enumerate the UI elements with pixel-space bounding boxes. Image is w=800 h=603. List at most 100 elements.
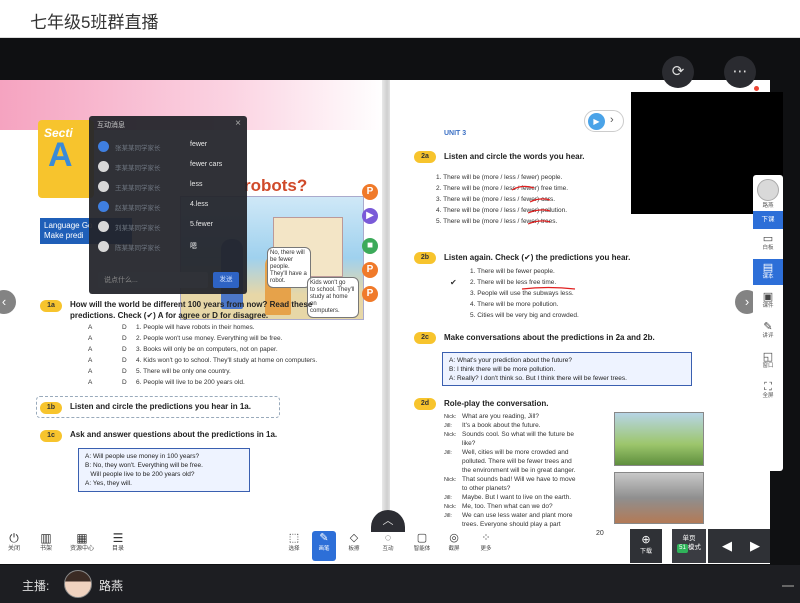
textbook-button[interactable]: ▤ 课本 xyxy=(753,259,783,285)
disagree-option[interactable]: D xyxy=(122,357,127,364)
exercise-title: Make conversations about the predictions… xyxy=(444,333,655,342)
tool-label: 下课 xyxy=(761,216,775,223)
avatar xyxy=(98,221,109,232)
screenshot-tool-button[interactable]: ◎ 截屏 xyxy=(442,531,466,553)
prediction-line: 5. There will be only one country. xyxy=(136,368,231,375)
dialog-line: A: Yes, they will. xyxy=(85,480,132,487)
prev-arrow-icon[interactable]: ◀ xyxy=(712,529,742,563)
single-page-mode-button[interactable]: 单页 51 模式 xyxy=(672,529,706,563)
host-avatar[interactable] xyxy=(64,570,92,598)
chat-sender: 王某某同学家长 xyxy=(115,185,161,192)
ai-tool-button[interactable]: ▢ 智能体 xyxy=(408,531,436,553)
image-marker-icon[interactable]: ■ xyxy=(362,238,378,254)
exercise-title: Ask and answer questions about the predi… xyxy=(70,430,278,439)
exercise-title: Listen and circle the words you hear. xyxy=(444,152,585,161)
agree-option[interactable]: A xyxy=(88,357,92,364)
dialog-line: to other planets? xyxy=(462,485,511,492)
speaker: Jill: xyxy=(444,513,452,519)
speaker: Jill: xyxy=(444,450,452,456)
tool-label: 关闭 xyxy=(7,546,20,552)
end-class-button[interactable]: 下课 xyxy=(753,211,783,229)
agree-option[interactable]: A xyxy=(88,379,92,386)
disagree-option[interactable]: D xyxy=(122,368,127,375)
p-marker-icon[interactable]: P xyxy=(362,286,378,302)
send-button[interactable]: 发送 xyxy=(213,272,239,288)
select-tool-button[interactable]: ⬚ 选择 xyxy=(282,531,306,553)
chat-input[interactable]: 说点什么... xyxy=(98,272,208,288)
audio-play-button[interactable]: ▶ › xyxy=(584,110,624,132)
bookshelf-button[interactable]: ▥ 书架 xyxy=(32,531,60,554)
disagree-option[interactable]: D xyxy=(122,379,127,386)
next-arrow-icon[interactable]: ▶ xyxy=(740,529,770,563)
dialog-line: Sounds cool. So what will the future be xyxy=(462,431,575,438)
chat-message: 张某某同学家长 fewer xyxy=(98,140,243,154)
interact-tool-button[interactable]: ◌ 互动 xyxy=(376,531,400,553)
section-badge: Secti A xyxy=(38,120,94,198)
play-icon: ▶ xyxy=(588,113,605,130)
fullscreen-icon: ⛶ xyxy=(764,381,772,393)
more-tools-button[interactable]: ⁘ 更多 xyxy=(474,531,498,553)
download-button[interactable]: ⊕ 下载 xyxy=(630,529,662,563)
speech-bubble: No, there will be fewer people. They'll … xyxy=(267,247,311,288)
dialog-line: A: What's your prediction about the futu… xyxy=(449,357,573,364)
chat-text: fewer xyxy=(190,141,208,148)
tool-label: 选择 xyxy=(288,546,300,552)
agree-option[interactable]: A xyxy=(88,335,92,342)
tool-label: 窗口 xyxy=(762,363,774,369)
agree-option[interactable]: A xyxy=(88,368,92,375)
tool-label: 单页 xyxy=(682,535,696,542)
more-icon: ⁘ xyxy=(481,532,491,544)
close-button[interactable]: ⏻ 关闭 xyxy=(0,531,28,554)
bookshelf-icon: ▥ xyxy=(40,531,52,545)
eraser-tool-button[interactable]: ◇ 板擦 xyxy=(342,531,366,553)
tool-label: 画笔 xyxy=(318,546,330,552)
select-icon: ⬚ xyxy=(288,532,300,544)
section-letter: A xyxy=(48,136,73,174)
exercise-title: Role-play the conversation. xyxy=(444,399,549,408)
chat-sender: 陈某某同学家长 xyxy=(115,245,161,252)
review-icon: ✎ xyxy=(763,321,773,333)
close-icon[interactable]: × xyxy=(235,118,241,129)
minimize-icon[interactable] xyxy=(782,585,794,587)
city-photo xyxy=(614,412,704,466)
fullscreen-button[interactable]: ⛶ 全屏 xyxy=(753,381,783,400)
pen-tool-button[interactable]: ✎ 画笔 xyxy=(312,531,336,561)
dialog-line: That sounds bad! Will we have to move xyxy=(462,476,576,483)
disagree-option[interactable]: D xyxy=(122,346,127,353)
catalog-button[interactable]: ☰ 目录 xyxy=(104,531,132,554)
rotate-screen-icon[interactable]: ⟳ xyxy=(662,56,694,88)
p-marker-icon[interactable]: P xyxy=(362,262,378,278)
review-button[interactable]: ✎ 讲评 xyxy=(753,321,783,340)
dialog-line: Well, cities will be more crowded and xyxy=(462,449,569,456)
courseware-button[interactable]: ▣ 课件 xyxy=(753,291,783,310)
exercise-line: 5. Cities will be very big and crowded. xyxy=(470,312,579,319)
avatar xyxy=(98,181,109,192)
tool-label: 互动 xyxy=(382,546,394,552)
more-options-icon[interactable]: ⋯ xyxy=(724,56,756,88)
dialog-line: the environment will be in great danger. xyxy=(462,467,576,474)
resource-center-button[interactable]: ▦ 资源中心 xyxy=(64,531,100,554)
book-icon: ▤ xyxy=(762,262,774,274)
teacher-avatar[interactable] xyxy=(757,179,779,201)
disagree-option[interactable]: D xyxy=(122,335,127,342)
exercise-label: 1c xyxy=(40,430,62,442)
speaker: Nick: xyxy=(444,504,457,510)
lesson-title: robots? xyxy=(244,176,308,195)
tool-label: 课件 xyxy=(762,303,774,309)
window-button[interactable]: ◱ 窗口 xyxy=(753,351,783,370)
tool-label: 白板 xyxy=(762,245,774,251)
agree-option[interactable]: A xyxy=(88,324,92,331)
prediction-line: 4. Kids won't go to school. They'll stud… xyxy=(136,357,318,364)
exercise-title: predictions. Check (✔) A for agree or D … xyxy=(70,311,269,320)
tool-label: 模式 xyxy=(687,544,701,551)
whiteboard-button[interactable]: ▭ 白板 xyxy=(753,233,783,252)
disagree-option[interactable]: D xyxy=(122,324,127,331)
exercise-label: 1a xyxy=(40,300,62,312)
exercise-label: 1b xyxy=(40,402,62,414)
agree-option[interactable]: A xyxy=(88,346,92,353)
video-marker-icon[interactable]: ▶ xyxy=(362,208,378,224)
p-marker-icon[interactable]: P xyxy=(362,184,378,200)
tool-label: 资源中心 xyxy=(69,546,94,552)
bottom-toolbar: ⏻ 关闭 ▥ 书架 ▦ 资源中心 ☰ 目录 ⬚ 选择 ✎ 画笔 ◇ 板擦 ◌ 互… xyxy=(0,528,770,564)
chat-sender: 李某某同学家长 xyxy=(115,165,161,172)
